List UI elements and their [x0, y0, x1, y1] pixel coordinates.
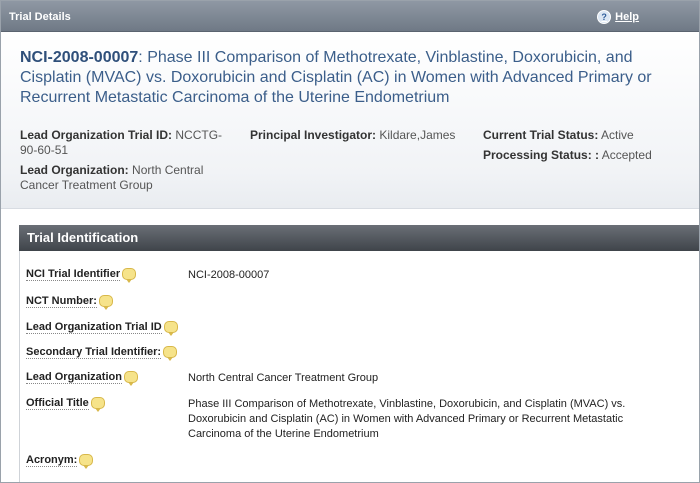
trial-id: NCI-2008-00007 [20, 49, 139, 66]
section-heading: Trial Identification [19, 225, 699, 251]
spacer [1, 209, 699, 225]
info-icon[interactable] [122, 268, 137, 283]
field-row: Lead Organization North Central Cancer T… [26, 371, 678, 386]
info-icon[interactable] [79, 454, 94, 469]
field-value [188, 295, 678, 308]
current-trial-status: Current Trial Status: Active [483, 128, 634, 142]
window-title: Trial Details [9, 11, 71, 23]
field-value: NCI-2008-00007 [188, 269, 270, 281]
help-icon[interactable]: ? [597, 10, 612, 24]
help-label[interactable]: Help [615, 11, 639, 23]
lead-organization: Lead Organization: North Central Cancer … [20, 163, 204, 192]
trial-summary: Lead Organization Trial ID: NCCTG-90-60-… [20, 128, 681, 198]
field-label: NCI Trial Identifier [26, 268, 188, 283]
trial-heading: NCI-2008-00007: Phase III Comparison of … [20, 48, 681, 108]
processing-status: Processing Status: : Accepted [483, 148, 652, 162]
principal-investigator: Principal Investigator: Kildare,James [250, 128, 456, 142]
info-icon[interactable] [98, 295, 113, 310]
field-row: Official Title Phase III Comparison of M… [26, 397, 678, 442]
field-row: Secondary Trial Identifier: [26, 346, 678, 361]
info-icon[interactable] [90, 397, 105, 412]
field-row: Acronym: [26, 454, 678, 469]
field-label: Secondary Trial Identifier: [26, 346, 188, 361]
lead-org-trial-id: Lead Organization Trial ID: NCCTG-90-60-… [20, 128, 223, 157]
field-value [188, 346, 678, 359]
help-link[interactable]: ? Help [597, 10, 639, 24]
trial-identification-section: NCI Trial Identifier NCI-2008-00007 NCT … [19, 251, 699, 482]
field-label: NCT Number: [26, 295, 188, 310]
field-label: Official Title [26, 397, 188, 442]
field-row: NCI Trial Identifier NCI-2008-00007 [26, 268, 678, 283]
field-value [188, 454, 678, 467]
info-icon[interactable] [163, 321, 178, 336]
field-row: Lead Organization Trial ID [26, 321, 678, 336]
trial-details-window: Trial Details ? Help NCI-2008-00007: Pha… [0, 0, 700, 483]
field-label: Lead Organization [26, 371, 188, 386]
field-label: Acronym: [26, 454, 188, 469]
info-icon[interactable] [123, 371, 138, 386]
info-icon[interactable] [163, 346, 178, 361]
field-value: Phase III Comparison of Methotrexate, Vi… [188, 398, 626, 440]
trial-header: NCI-2008-00007: Phase III Comparison of … [1, 32, 699, 209]
titlebar: Trial Details ? Help [1, 1, 699, 32]
field-row: NCT Number: [26, 295, 678, 310]
field-label: Lead Organization Trial ID [26, 321, 188, 336]
field-value [188, 321, 678, 334]
field-value: North Central Cancer Treatment Group [188, 372, 379, 384]
